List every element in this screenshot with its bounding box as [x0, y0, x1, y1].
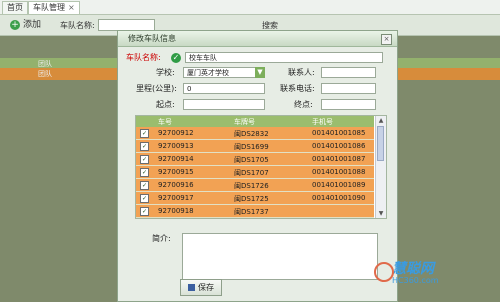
close-icon[interactable]: × [68, 3, 75, 12]
dialog-header: 修改车队信息 × [118, 31, 397, 47]
start-field[interactable] [183, 99, 265, 110]
cell-car-number: 92700915 [158, 168, 194, 176]
table-row[interactable]: ✓ 92700916 闽DS1726 001401001089 [136, 179, 374, 192]
cell-plate: 闽DS1737 [234, 208, 269, 216]
save-button-label: 保存 [198, 283, 214, 292]
row-checkbox[interactable]: ✓ [140, 207, 149, 216]
table-scrollbar[interactable]: ▲ ▼ [375, 116, 386, 218]
row-checkbox[interactable]: ✓ [140, 168, 149, 177]
table-header: 车号 车牌号 手机号 [136, 116, 374, 127]
table-row[interactable]: ✓ 92700912 闽DS2832 001401001085 [136, 127, 374, 140]
save-button[interactable]: 保存 [180, 279, 222, 296]
tab-home[interactable]: 首页 [2, 1, 28, 15]
cell-mobile: 001401001087 [312, 155, 366, 163]
add-button-label: 添加 [23, 20, 42, 30]
team-name-label: 车队名称: [126, 53, 161, 62]
contact-label: 联系人: [288, 68, 315, 77]
watermark: 慧聪网 HC360.com [374, 258, 439, 285]
scrollbar-thumb[interactable] [377, 126, 384, 161]
watermark-text: 慧聪网 [392, 261, 434, 277]
table-row[interactable]: ✓ 92700917 闽DS1725 001401001090 [136, 192, 374, 205]
add-button[interactable]: + 添加 [10, 18, 41, 32]
cell-mobile: 001401001086 [312, 142, 366, 150]
scroll-down-icon[interactable]: ▼ [376, 209, 386, 218]
phone-label: 联系电话: [280, 84, 315, 93]
tab-team-management-label: 车队管理 [33, 3, 65, 12]
cell-mobile: 001401001088 [312, 168, 366, 176]
row-checkbox[interactable]: ✓ [140, 194, 149, 203]
watermark-logo-icon [374, 262, 394, 282]
search-label: 车队名称: [60, 21, 95, 30]
start-label: 起点: [156, 100, 175, 109]
column-header-car-number: 车号 [158, 118, 172, 126]
cell-plate: 闽DS1725 [234, 195, 269, 203]
intro-label: 简介: [152, 234, 171, 243]
cell-plate: 闽DS2832 [234, 130, 269, 138]
column-header-plate: 车牌号 [234, 118, 255, 126]
cell-plate: 闽DS1726 [234, 182, 269, 190]
contact-field[interactable] [321, 67, 376, 78]
end-field[interactable] [321, 99, 376, 110]
cell-car-number: 92700916 [158, 181, 194, 189]
cell-plate: 闽DS1707 [234, 169, 269, 177]
cell-car-number: 92700917 [158, 194, 194, 202]
cell-car-number: 92700912 [158, 129, 194, 137]
mileage-label: 里程(公里): [136, 84, 177, 93]
cell-plate: 闽DS1705 [234, 156, 269, 164]
mileage-field[interactable]: 0 [183, 83, 265, 94]
cell-car-number: 92700918 [158, 207, 194, 215]
floppy-disk-icon [188, 284, 195, 291]
cell-mobile: 001401001090 [312, 194, 366, 202]
cell-car-number: 92700914 [158, 155, 194, 163]
table-row[interactable]: ✓ 92700918 闽DS1737 [136, 205, 374, 218]
grid-row-label: 团队 [38, 70, 52, 78]
vehicle-table: 车号 车牌号 手机号 ✓ 92700912 闽DS2832 0014010010… [135, 115, 387, 219]
tab-team-management[interactable]: 车队管理 × [28, 1, 80, 15]
team-name-field[interactable]: 校车车队 [185, 52, 383, 63]
tab-home-label: 首页 [7, 3, 23, 12]
table-row[interactable]: ✓ 92700914 闽DS1705 001401001087 [136, 153, 374, 166]
edit-team-dialog: 修改车队信息 × 车队名称: ✓ 校车车队 学校: 厦门英才学校 ▼ 联系人: … [117, 30, 398, 302]
intro-textarea[interactable] [182, 233, 378, 280]
phone-field[interactable] [321, 83, 376, 94]
row-checkbox[interactable]: ✓ [140, 129, 149, 138]
row-checkbox[interactable]: ✓ [140, 155, 149, 164]
chevron-down-icon[interactable]: ▼ [255, 67, 265, 78]
dialog-close-button[interactable]: × [381, 34, 392, 45]
dialog-title: 修改车队信息 [128, 34, 176, 43]
cell-mobile: 001401001085 [312, 129, 366, 137]
watermark-subtext: HC360.com [392, 276, 439, 285]
table-row[interactable]: ✓ 92700915 闽DS1707 001401001088 [136, 166, 374, 179]
end-label: 终点: [294, 100, 313, 109]
plus-icon: + [10, 20, 20, 30]
column-header-mobile: 手机号 [312, 118, 333, 126]
cell-mobile: 001401001089 [312, 181, 366, 189]
scroll-up-icon[interactable]: ▲ [376, 116, 386, 125]
check-icon: ✓ [171, 53, 181, 63]
cell-car-number: 92700913 [158, 142, 194, 150]
school-select[interactable]: 厦门英才学校 [183, 67, 265, 78]
table-row[interactable]: ✓ 92700913 闽DS1699 001401001086 [136, 140, 374, 153]
cell-plate: 闽DS1699 [234, 143, 269, 151]
tab-bar: 首页 车队管理 × [0, 0, 500, 15]
row-checkbox[interactable]: ✓ [140, 142, 149, 151]
row-checkbox[interactable]: ✓ [140, 181, 149, 190]
school-label: 学校: [156, 68, 175, 77]
